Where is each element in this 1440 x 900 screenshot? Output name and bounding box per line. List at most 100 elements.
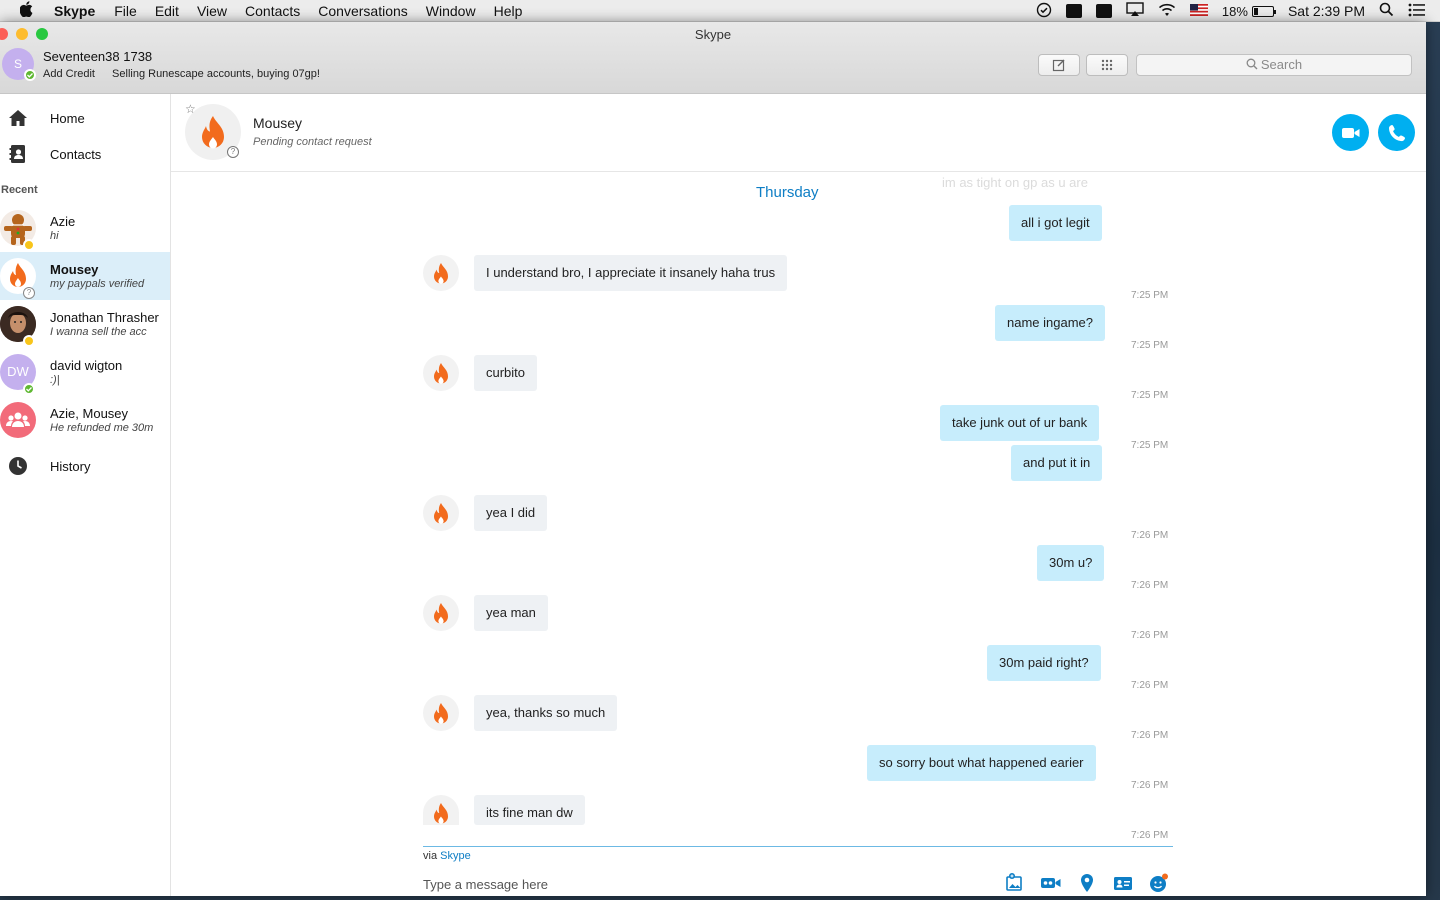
message-bubble-in[interactable]: curbito: [474, 355, 538, 391]
avatar: ?: [0, 258, 36, 299]
menu-edit[interactable]: Edit: [155, 3, 179, 19]
new-conversation-button[interactable]: [1038, 54, 1080, 76]
contact-status: Pending contact request: [253, 136, 372, 148]
battery-status[interactable]: 18%: [1221, 3, 1276, 19]
send-file-button[interactable]: [1004, 872, 1026, 894]
menu-skype[interactable]: Skype: [54, 3, 95, 19]
conversation-header: ☆ ? Mousey Pending contact request: [171, 94, 1426, 172]
clock[interactable]: Sat 2:39 PM: [1288, 3, 1365, 19]
message-bubble-in[interactable]: its fine man dw: [474, 795, 585, 825]
service-selector[interactable]: Skype: [440, 850, 471, 862]
search-icon: [1246, 58, 1258, 70]
menu-contacts[interactable]: Contacts: [245, 3, 300, 19]
avatar: DW: [0, 354, 36, 395]
message-timestamp: 7:26 PM: [1131, 830, 1169, 841]
video-message-button[interactable]: [1040, 872, 1062, 894]
recent-contact-david-wigton[interactable]: DW david wigton :)|: [0, 348, 170, 396]
contact-card-icon: [1114, 877, 1132, 890]
dial-pad-icon: [1101, 59, 1113, 71]
recent-contact-mousey[interactable]: ? Mousey my paypals verified: [0, 252, 170, 300]
sender-avatar: [423, 355, 459, 391]
app-tray-icon[interactable]: [1065, 4, 1082, 18]
menu-file[interactable]: File: [114, 3, 137, 19]
us-flag-input-icon[interactable]: [1189, 3, 1208, 19]
menu-conversations[interactable]: Conversations: [318, 3, 408, 19]
message-timestamp: 7:25 PM: [1131, 290, 1169, 301]
group-icon: [6, 412, 30, 427]
menu-window[interactable]: Window: [426, 3, 476, 19]
send-contact-button[interactable]: [1112, 872, 1134, 894]
message-timestamp: 7:26 PM: [1131, 530, 1169, 541]
message-bubble-out[interactable]: and put it in: [1011, 445, 1103, 481]
app-tray-icon-2[interactable]: [1095, 4, 1112, 18]
sender-avatar: [423, 495, 459, 531]
message-bubble-in[interactable]: yea I did: [474, 495, 548, 531]
pending-status-icon: ?: [23, 287, 35, 299]
message-timestamp: 7:26 PM: [1131, 780, 1169, 791]
scrolled-message-fade: im as tight on gp as u are: [942, 175, 1088, 190]
recent-section-label: Recent: [1, 184, 38, 196]
message-timestamp: 7:25 PM: [1131, 440, 1169, 451]
message-bubble-out[interactable]: all i got legit: [1009, 205, 1102, 241]
wifi-icon[interactable]: [1158, 3, 1176, 20]
recent-group-azie-mousey[interactable]: Azie, Mousey He refunded me 30m: [0, 396, 170, 444]
away-status-icon: [23, 239, 35, 251]
notification-center-icon[interactable]: [1408, 3, 1426, 20]
message-timestamp: 7:26 PM: [1131, 630, 1169, 641]
recent-contact-jonathan-thrasher[interactable]: Jonathan Thrasher I wanna sell the acc: [0, 300, 170, 348]
avatar: [0, 306, 36, 347]
avatar: [0, 402, 36, 438]
sender-avatar: [423, 255, 459, 291]
sender-avatar: [423, 695, 459, 731]
favorite-star-icon[interactable]: ☆: [185, 102, 196, 116]
spotlight-search-icon[interactable]: [1379, 2, 1394, 20]
online-status-icon: [24, 69, 36, 81]
sidebar-item-home[interactable]: Home: [0, 100, 170, 136]
location-pin-icon: [1081, 874, 1093, 892]
sender-avatar: [423, 595, 459, 631]
message-bubble-in[interactable]: yea, thanks so much: [474, 695, 618, 731]
message-bubble-out[interactable]: name ingame?: [995, 305, 1105, 341]
via-service-label: via Skype: [423, 850, 471, 862]
menu-view[interactable]: View: [197, 3, 227, 19]
message-bubble-in[interactable]: yea man: [474, 595, 548, 631]
fire-avatar-icon: [434, 803, 448, 824]
dial-pad-button[interactable]: [1086, 54, 1128, 76]
battery-percent: 18%: [1221, 3, 1248, 19]
message-input[interactable]: [423, 874, 983, 894]
emoticon-picker-button[interactable]: [1148, 872, 1170, 894]
add-credit-link[interactable]: Add Credit: [43, 68, 95, 80]
airplay-icon[interactable]: [1126, 2, 1144, 20]
fire-avatar-icon: [434, 603, 448, 624]
contact-name[interactable]: Mousey: [253, 115, 302, 131]
clock-icon: [8, 456, 28, 476]
message-bubble-out[interactable]: so sorry bout what happened earier: [867, 745, 1096, 781]
search-input[interactable]: Search: [1136, 54, 1412, 76]
message-bubble-out[interactable]: 30m u?: [1037, 545, 1105, 581]
sidebar-item-history[interactable]: History: [0, 448, 170, 484]
window-title: Skype: [694, 27, 732, 42]
message-bubble-out[interactable]: take junk out of ur bank: [940, 405, 1100, 441]
date-divider: Thursday: [756, 184, 819, 201]
home-icon: [8, 108, 28, 128]
avatar: [0, 210, 36, 251]
message-bubble-in[interactable]: I understand bro, I appreciate it insane…: [474, 255, 788, 291]
message-timestamp: 7:25 PM: [1131, 340, 1169, 351]
online-status-icon: [23, 383, 35, 395]
apple-menu-icon[interactable]: [19, 0, 40, 21]
sender-avatar: [423, 795, 459, 825]
smiley-icon: [1150, 873, 1168, 892]
checkmark-tray-icon[interactable]: [1036, 2, 1052, 21]
mood-message[interactable]: Selling Runescape accounts, buying 07gp!: [112, 68, 320, 80]
my-display-name[interactable]: Seventeen38 1738: [43, 49, 152, 64]
video-call-button[interactable]: [1332, 114, 1369, 151]
my-avatar[interactable]: S: [2, 48, 36, 81]
menu-help[interactable]: Help: [494, 3, 523, 19]
sidebar-item-contacts[interactable]: Contacts: [0, 136, 170, 172]
menu-bar: Skype File Edit View Contacts Conversati…: [0, 0, 1440, 22]
send-location-button[interactable]: [1076, 872, 1098, 894]
skype-window: Skype S Seventeen38 1738 Add Credit Sell…: [0, 22, 1426, 896]
recent-contact-azie[interactable]: Azie hi: [0, 204, 170, 252]
audio-call-button[interactable]: [1378, 114, 1415, 151]
message-bubble-out[interactable]: 30m paid right?: [987, 645, 1101, 681]
